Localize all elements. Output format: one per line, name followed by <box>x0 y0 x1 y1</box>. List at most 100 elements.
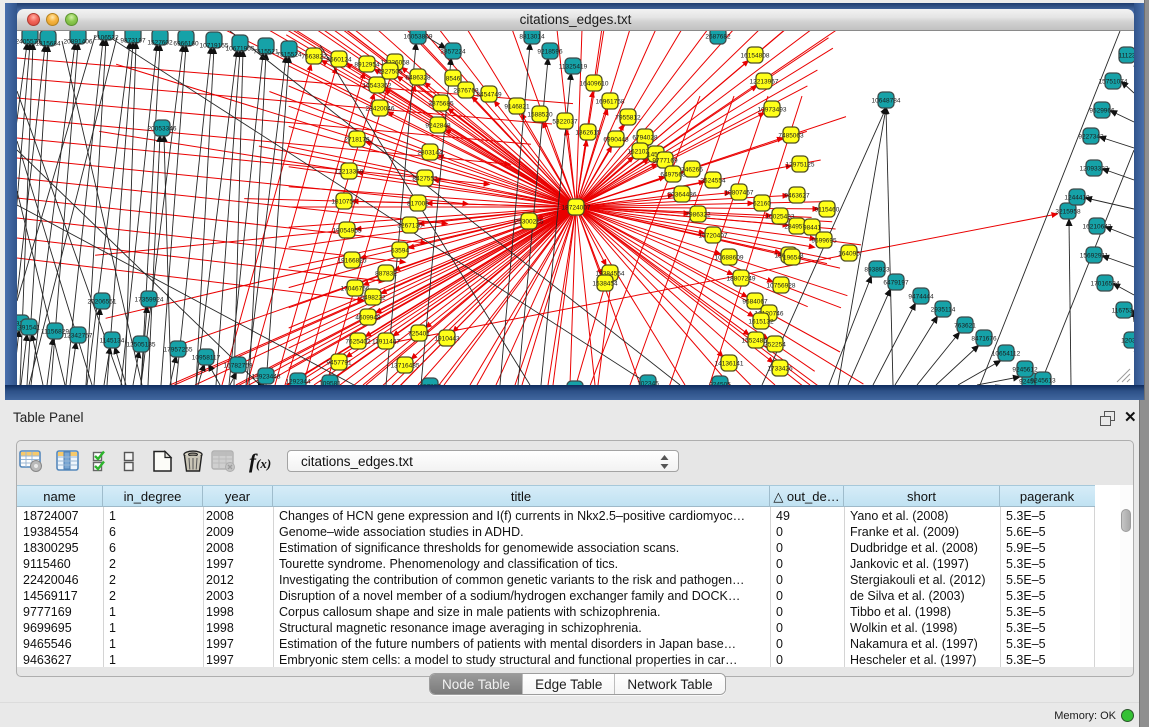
svg-text:10756928: 10756928 <box>767 283 796 290</box>
svg-text:725401: 725401 <box>408 331 430 338</box>
svg-text:16154808: 16154808 <box>741 53 770 60</box>
svg-text:7515521: 7515521 <box>253 49 279 56</box>
svg-text:3857224: 3857224 <box>440 49 466 56</box>
svg-text:12505135: 12505135 <box>127 342 156 349</box>
svg-text:1910443: 1910443 <box>434 336 460 343</box>
svg-text:9327505: 9327505 <box>377 69 403 76</box>
svg-text:9529966: 9529966 <box>1089 108 1115 115</box>
svg-text:8486328: 8486328 <box>405 75 431 82</box>
svg-text:9684067: 9684067 <box>742 299 768 306</box>
svg-text:1167534: 1167534 <box>1112 308 1134 315</box>
svg-text:8813014: 8813014 <box>519 34 545 41</box>
svg-text:12213369: 12213369 <box>335 169 364 176</box>
svg-text:16782759: 16782759 <box>224 363 253 370</box>
svg-text:10671955: 10671955 <box>226 46 255 53</box>
svg-text:98441: 98441 <box>803 225 821 232</box>
svg-text:6966160: 6966160 <box>173 41 199 48</box>
svg-text:5322037: 5322037 <box>552 119 578 126</box>
svg-text:62160: 62160 <box>753 201 771 208</box>
svg-text:10688609: 10688609 <box>715 255 744 262</box>
svg-text:9777169: 9777169 <box>652 158 678 165</box>
svg-text:1733426: 1733426 <box>767 366 793 373</box>
svg-text:2106532: 2106532 <box>93 35 119 42</box>
svg-text:763621: 763621 <box>954 323 976 330</box>
svg-text:391541: 391541 <box>18 325 40 332</box>
svg-text:1527602: 1527602 <box>147 40 173 47</box>
svg-text:6479197: 6479197 <box>883 280 909 287</box>
svg-text:11911447: 11911447 <box>372 339 400 346</box>
svg-text:9245613: 9245613 <box>1030 378 1056 385</box>
svg-text:10648784: 10648784 <box>872 98 901 105</box>
svg-text:167827: 167827 <box>419 384 441 386</box>
svg-text:3624554: 3624554 <box>700 178 726 185</box>
svg-text:8938923: 8938923 <box>864 267 890 274</box>
svg-text:252254: 252254 <box>764 342 786 349</box>
svg-text:12342757: 12342757 <box>64 333 93 340</box>
svg-text:7485063: 7485063 <box>778 133 804 140</box>
svg-text:2935114: 2935114 <box>931 307 956 314</box>
svg-text:817006: 817006 <box>407 201 429 208</box>
svg-text:120345: 120345 <box>1121 338 1134 345</box>
svg-text:17359924: 17359924 <box>135 297 164 304</box>
svg-text:25300285: 25300285 <box>515 219 544 226</box>
svg-text:9463627: 9463627 <box>784 193 810 200</box>
svg-text:9457791: 9457791 <box>326 360 352 367</box>
svg-text:1362615: 1362615 <box>575 130 601 137</box>
svg-text:15751074: 15751074 <box>1099 79 1128 86</box>
svg-text:17016534: 17016534 <box>1091 281 1120 288</box>
svg-text:9474444: 9474444 <box>908 294 934 301</box>
svg-text:53594: 53594 <box>391 248 409 255</box>
svg-text:6794028: 6794028 <box>632 135 658 142</box>
svg-text:9146821: 9146821 <box>504 104 530 111</box>
svg-text:9873197: 9873197 <box>120 38 146 45</box>
svg-text:20364436: 20364436 <box>668 192 697 199</box>
svg-text:2876768: 2876768 <box>453 88 479 95</box>
svg-text:4609948: 4609948 <box>355 315 381 322</box>
svg-text:18807249: 18807249 <box>727 276 756 283</box>
svg-text:15692911: 15692911 <box>1080 253 1109 260</box>
svg-text:3875685: 3875685 <box>428 101 454 108</box>
svg-text:5498222: 5498222 <box>360 295 386 302</box>
svg-text:13716485: 13716485 <box>391 363 420 370</box>
svg-text:20053346: 20053346 <box>148 126 177 133</box>
svg-text:7955812: 7955812 <box>615 115 641 122</box>
svg-text:2687682: 2687682 <box>705 34 731 41</box>
svg-text:10719155: 10719155 <box>200 43 229 50</box>
svg-text:12093322: 12093322 <box>1080 166 1109 173</box>
svg-text:14136141: 14136141 <box>715 361 744 368</box>
svg-text:11123: 11123 <box>1118 53 1134 60</box>
svg-text:10654112: 10654112 <box>992 351 1021 358</box>
svg-text:9242848: 9242848 <box>425 123 451 130</box>
svg-text:1292344: 1292344 <box>285 379 311 386</box>
svg-text:2803144: 2803144 <box>417 150 443 157</box>
svg-text:1315684: 1315684 <box>35 41 61 48</box>
svg-text:8912954: 8912954 <box>354 62 380 69</box>
svg-text:1244419: 1244419 <box>1064 195 1090 202</box>
svg-text:20206551: 20206551 <box>88 299 117 306</box>
svg-text:11325419: 11325419 <box>559 64 588 71</box>
svg-text:1538454: 1538454 <box>592 281 618 288</box>
svg-text:7663822: 7663822 <box>301 54 327 61</box>
svg-text:6990448: 6990448 <box>603 137 629 144</box>
svg-text:1810755: 1810755 <box>331 199 357 206</box>
svg-text:10958117: 10958117 <box>192 355 221 362</box>
svg-text:16210643: 16210643 <box>1083 224 1112 231</box>
svg-text:746266: 746266 <box>681 167 703 174</box>
svg-text:9227342: 9227342 <box>1078 134 1104 141</box>
svg-text:7625402: 7625402 <box>345 339 371 346</box>
svg-text:16543362: 16543362 <box>363 83 392 90</box>
svg-text:9245612: 9245612 <box>1012 367 1038 374</box>
svg-text:2718176: 2718176 <box>344 137 370 144</box>
svg-text:12213967: 12213967 <box>750 79 779 86</box>
svg-text:19054955: 19054955 <box>333 228 362 235</box>
svg-text:7986322: 7986322 <box>685 212 711 219</box>
svg-text:16961758: 16961758 <box>596 99 625 106</box>
svg-text:924505: 924505 <box>709 382 731 386</box>
svg-text:9660124: 9660124 <box>326 57 352 64</box>
svg-text:1145134: 1145134 <box>100 338 125 345</box>
svg-text:9218596: 9218596 <box>537 49 563 56</box>
svg-text:10973493: 10973493 <box>758 107 787 114</box>
svg-text:102345: 102345 <box>637 381 659 386</box>
svg-text:7515524: 7515524 <box>276 52 302 59</box>
svg-text:15720407: 15720407 <box>699 233 728 240</box>
